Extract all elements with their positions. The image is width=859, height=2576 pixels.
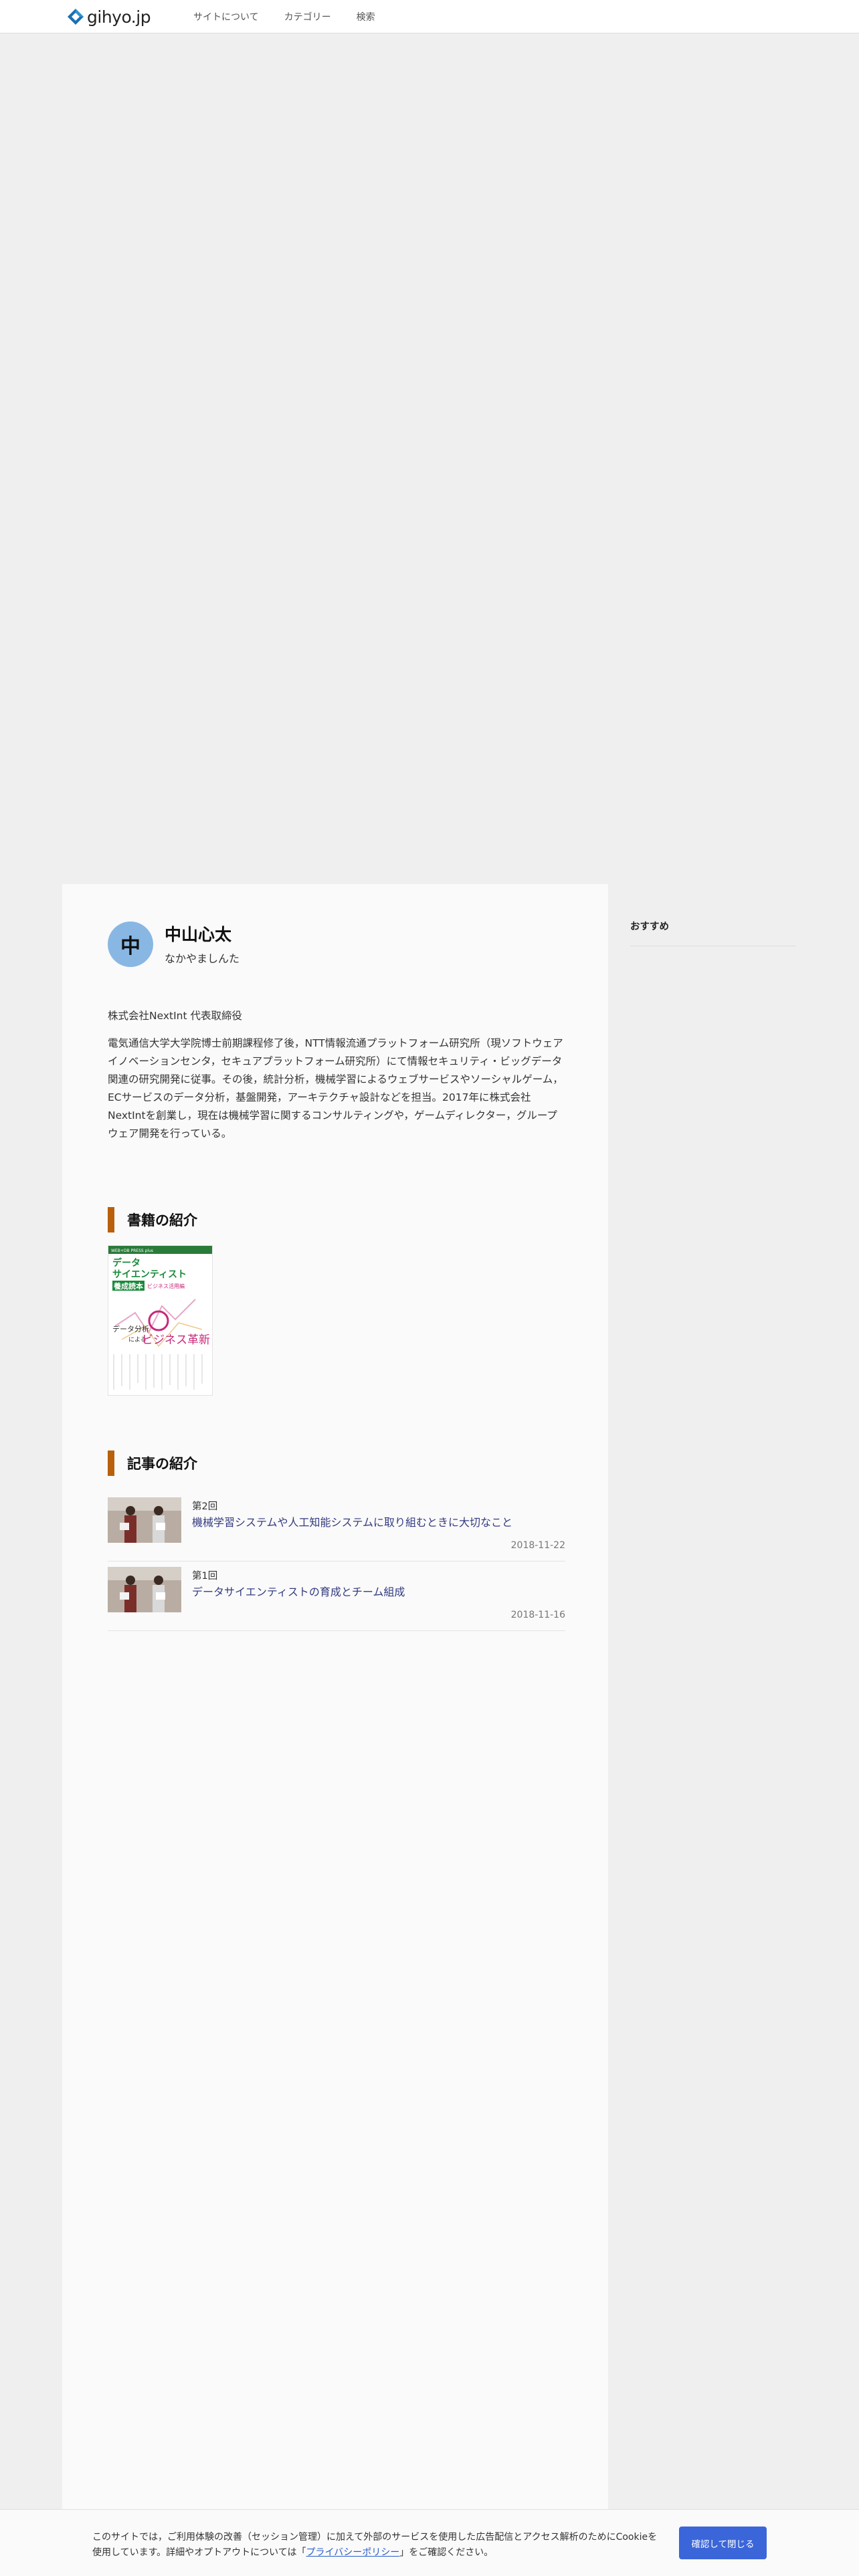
article-thumbnail bbox=[108, 1497, 181, 1543]
article-thumbnail bbox=[108, 1567, 181, 1612]
article-date: 2018-11-16 bbox=[510, 1610, 565, 1620]
nav-category[interactable]: カテゴリー bbox=[284, 10, 331, 23]
site-header: gihyo.jp サイトについて カテゴリー 検索 bbox=[0, 0, 859, 33]
book-title-2: サイエンティスト bbox=[112, 1269, 187, 1280]
avatar: 中 bbox=[108, 922, 153, 967]
book-title-tag: ビジネス活用編 bbox=[147, 1283, 185, 1289]
book-subtitle-big: ビジネス革新 bbox=[142, 1333, 210, 1347]
articles-heading-text: 記事の紹介 bbox=[127, 1456, 197, 1472]
cookie-banner: このサイトでは，ご利用体験の改善（セッション管理）に加えて外部のサービスを使用し… bbox=[0, 2509, 859, 2576]
cookie-text-after: 」をご確認ください。 bbox=[399, 2547, 494, 2558]
article-title-link[interactable]: 機械学習システムや人工知能システムに取り組むときに大切なこと bbox=[192, 1513, 512, 1529]
article-item[interactable]: 第2回 機械学習システムや人工知能システムに取り組むときに大切なこと 2018-… bbox=[108, 1497, 565, 1562]
gihyo-logo-icon bbox=[68, 9, 84, 25]
privacy-policy-link[interactable]: プライバシーポリシー bbox=[306, 2547, 399, 2558]
books-section-heading: 書籍の紹介 bbox=[108, 1207, 197, 1232]
book-title-1: データ bbox=[112, 1257, 140, 1269]
author-bio: 電気通信大学大学院博士前期課程修了後，NTT情報流通プラットフォーム研究所（現ソ… bbox=[108, 1037, 563, 1140]
heading-accent-bar bbox=[108, 1451, 114, 1476]
article-title-link[interactable]: データサイエンティストの育成とチーム組成 bbox=[192, 1583, 405, 1599]
sidebar-title: おすすめ bbox=[630, 922, 669, 932]
author-name: 中山心太 bbox=[165, 925, 232, 944]
article-number: 第2回 bbox=[192, 1501, 218, 1512]
author-reading: なかやましんた bbox=[165, 952, 240, 965]
main-nav: サイトについて カテゴリー 検索 bbox=[193, 0, 401, 33]
cookie-message: このサイトでは，ご利用体験の改善（セッション管理）に加えて外部のサービスを使用し… bbox=[92, 2530, 661, 2561]
author-affiliation: 株式会社NextInt 代表取締役 bbox=[108, 1010, 243, 1022]
book-cover[interactable]: WEB+DB PRESS plus データ サイエンティスト 養成読本 ビジネス… bbox=[108, 1245, 213, 1396]
author-profile-card: 中 中山心太 なかやましんた 株式会社NextInt 代表取締役 電気通信大学大… bbox=[62, 884, 608, 2576]
articles-section-heading: 記事の紹介 bbox=[108, 1451, 197, 1476]
article-item[interactable]: 第1回 データサイエンティストの育成とチーム組成 2018-11-16 bbox=[108, 1567, 565, 1631]
book-cover-art: WEB+DB PRESS plus データ サイエンティスト 養成読本 ビジネス… bbox=[108, 1246, 212, 1395]
book-title-3: 養成読本 bbox=[114, 1281, 143, 1291]
article-number: 第1回 bbox=[192, 1571, 218, 1582]
book-subtitle-small: データ分析 bbox=[112, 1324, 149, 1333]
books-heading-text: 書籍の紹介 bbox=[127, 1212, 197, 1228]
book-series: WEB+DB PRESS plus bbox=[111, 1249, 153, 1253]
cookie-accept-button[interactable]: 確認して閉じる bbox=[679, 2527, 767, 2559]
nav-about[interactable]: サイトについて bbox=[193, 10, 259, 23]
article-date: 2018-11-22 bbox=[510, 1540, 565, 1551]
site-logo[interactable]: gihyo.jp bbox=[67, 6, 151, 27]
logo-text: gihyo.jp bbox=[87, 7, 151, 27]
nav-search[interactable]: 検索 bbox=[357, 10, 375, 23]
heading-accent-bar bbox=[108, 1207, 114, 1232]
